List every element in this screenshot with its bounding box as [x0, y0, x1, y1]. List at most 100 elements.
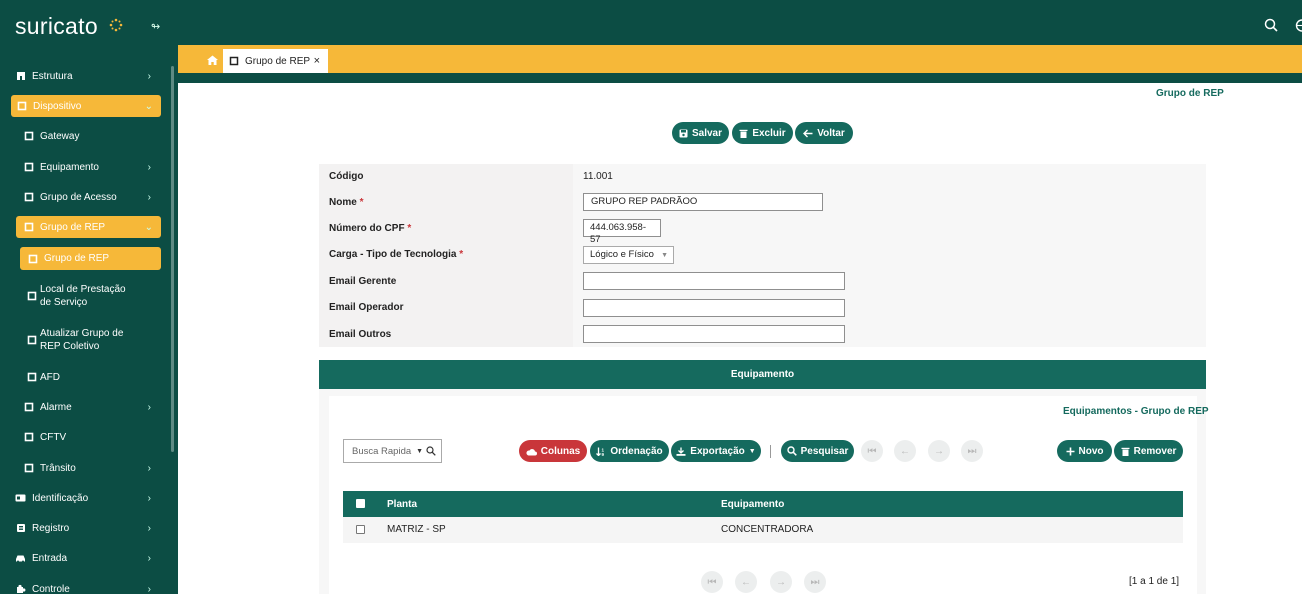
sidebar-item-label: Estrutura [32, 71, 73, 82]
carga-select[interactable]: Lógico e Físico ▼ [583, 246, 674, 264]
arrow-left-icon [803, 129, 813, 138]
device-icon [23, 463, 34, 474]
globe-icon[interactable] [1295, 19, 1302, 33]
home-icon[interactable] [207, 55, 218, 65]
cpf-label: Número do CPF * [329, 223, 411, 234]
codigo-value: 11.001 [583, 171, 613, 182]
sidebar-item-entrada[interactable]: Entrada › [15, 547, 161, 569]
tab-bar: Grupo de REP × [178, 45, 1302, 73]
sidebar-item-label: Identificação [32, 493, 88, 504]
cell-equipamento: CONCENTRADORA [721, 524, 813, 535]
save-icon [679, 129, 688, 138]
email-gerente-input[interactable] [583, 272, 845, 290]
email-outros-input[interactable] [583, 325, 845, 343]
sidebar-item-dispositivo[interactable]: Dispositivo ⌄ [11, 95, 161, 117]
id-card-icon [15, 493, 26, 504]
collapse-sidebar-icon[interactable]: ↬ [151, 20, 160, 33]
tab-grupo-de-rep[interactable]: Grupo de REP × [223, 49, 328, 73]
sidebar-item-label: Controle [32, 584, 70, 595]
carga-label: Carga - Tipo de Tecnologia * [329, 249, 463, 260]
nome-label: Nome * [329, 197, 363, 208]
logo-dots-icon [109, 18, 123, 32]
prev-page-button[interactable]: ← [894, 440, 916, 462]
email-operador-label: Email Operador [329, 302, 403, 313]
email-operador-input[interactable] [583, 299, 845, 317]
sidebar-item-equipamento[interactable]: Equipamento › [23, 156, 161, 178]
chevron-right-icon: › [148, 493, 151, 504]
sidebar-scrollbar[interactable] [171, 66, 174, 452]
pesquisar-label: Pesquisar [801, 446, 849, 457]
svg-text:9: 9 [602, 452, 605, 456]
nome-input[interactable]: GRUPO REP PADRÃOO [583, 193, 823, 211]
device-icon [26, 335, 37, 346]
sidebar-item-grupo-de-acesso[interactable]: Grupo de Acesso › [23, 186, 161, 208]
sidebar-item-afd[interactable]: AFD [26, 366, 148, 388]
save-button[interactable]: Salvar [672, 122, 729, 144]
dropdown-caret-icon: ▼ [416, 448, 423, 455]
prev-page-button-bottom[interactable]: ← [735, 571, 757, 593]
remover-button[interactable]: Remover [1114, 440, 1183, 462]
sort-icon: 19 [596, 447, 606, 456]
sidebar-item-label: Trânsito [40, 463, 76, 474]
table-row[interactable]: MATRIZ - SP CONCENTRADORA [343, 517, 1183, 543]
sidebar-item-estrutura[interactable]: Estrutura › [15, 65, 161, 87]
novo-label: Novo [1079, 446, 1104, 457]
delete-button[interactable]: Excluir [732, 122, 793, 144]
pesquisar-button[interactable]: Pesquisar [781, 440, 854, 462]
novo-button[interactable]: Novo [1057, 440, 1112, 462]
sidebar-item-cftv[interactable]: CFTV [23, 426, 161, 448]
last-page-button[interactable]: ⏭ [961, 440, 983, 462]
chevron-right-icon: › [148, 523, 151, 534]
carga-label-text: Carga - Tipo de Tecnologia [329, 249, 456, 260]
sidebar-item-grupo-de-rep[interactable]: Grupo de REP ⌄ [16, 216, 161, 238]
back-button[interactable]: Voltar [795, 122, 853, 144]
sidebar-item-label: Registro [32, 523, 69, 534]
first-page-button[interactable]: ⏮ [861, 440, 883, 462]
next-page-button-bottom[interactable]: → [770, 571, 792, 593]
row-checkbox[interactable] [356, 525, 365, 534]
search-icon[interactable] [426, 446, 436, 456]
exportacao-button[interactable]: Exportação ▼ [671, 440, 761, 462]
sidebar-item-registro[interactable]: Registro › [15, 517, 161, 539]
required-mark: * [407, 223, 411, 234]
column-header-planta[interactable]: Planta [387, 499, 417, 510]
pagination-info: [1 a 1 de 1] [1129, 576, 1179, 587]
last-page-icon: ⏭ [968, 446, 977, 457]
brand-logo[interactable]: suricato [15, 13, 98, 40]
quick-search-field[interactable]: Busca Rapida ▼ [343, 439, 442, 463]
device-icon [23, 162, 34, 173]
column-header-equipamento[interactable]: Equipamento [721, 499, 784, 510]
cell-planta: MATRIZ - SP [387, 524, 446, 535]
dropdown-caret-icon: ▼ [749, 448, 756, 455]
save-label: Salvar [692, 128, 722, 139]
colunas-button[interactable]: Colunas [519, 440, 587, 462]
sidebar-item-local-prestacao[interactable]: Local de Prestação de Serviço [26, 282, 148, 310]
last-page-button-bottom[interactable]: ⏭ [804, 571, 826, 593]
dropdown-caret-icon: ▼ [661, 250, 668, 262]
chevron-down-icon: ⌄ [145, 222, 153, 233]
last-page-icon: ⏭ [811, 577, 820, 588]
tab-close-icon[interactable]: × [314, 55, 320, 67]
header-stripe [178, 73, 1302, 83]
sidebar-item-grupo-de-rep-sub[interactable]: Grupo de REP [20, 247, 161, 270]
sidebar-item-gateway[interactable]: Gateway [23, 125, 161, 147]
first-page-button-bottom[interactable]: ⏮ [701, 571, 723, 593]
device-icon [23, 402, 34, 413]
sidebar-item-atualizar-grupo[interactable]: Atualizar Grupo de REP Coletivo [26, 326, 148, 354]
sidebar-item-alarme[interactable]: Alarme › [23, 396, 161, 418]
email-gerente-label: Email Gerente [329, 276, 396, 287]
next-page-button[interactable]: → [928, 440, 950, 462]
sidebar-item-transito[interactable]: Trânsito › [23, 457, 161, 479]
sidebar: suricato ↬ Estrutura › Dispositivo ⌄ Gat… [0, 0, 178, 594]
sidebar-item-label: Grupo de REP [44, 253, 109, 264]
cpf-input[interactable]: 444.063.958-57 [583, 219, 661, 237]
ordenacao-button[interactable]: 19 Ordenação [590, 440, 669, 462]
search-icon[interactable] [1264, 18, 1278, 32]
equipamento-section-header: Equipamento [319, 360, 1206, 389]
sidebar-item-identificacao[interactable]: Identificação › [15, 487, 161, 509]
sidebar-item-label: Grupo de REP [40, 222, 105, 233]
sidebar-item-label: Grupo de Acesso [40, 192, 117, 203]
sidebar-item-controle[interactable]: Controle › [15, 578, 161, 600]
select-all-checkbox[interactable] [356, 499, 365, 508]
chevron-right-icon: › [148, 463, 151, 474]
